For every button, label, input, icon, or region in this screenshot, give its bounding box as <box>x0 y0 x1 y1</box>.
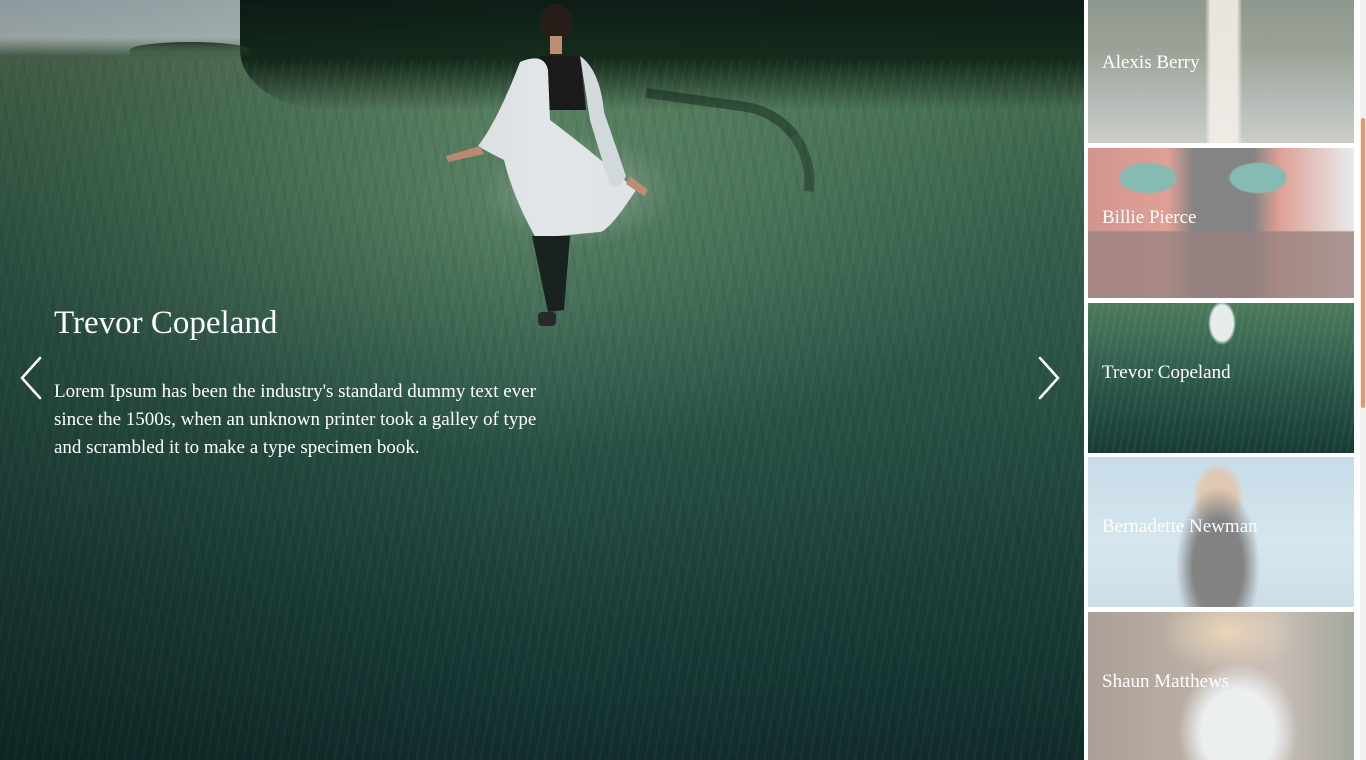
thumbnail-label: Trevor Copeland <box>1102 362 1231 383</box>
thumbnail-label: Bernadette Newman <box>1102 516 1258 537</box>
thumbnail-trevor-copeland[interactable]: Trevor Copeland <box>1088 303 1354 453</box>
thumbnail-label: Billie Pierce <box>1102 207 1197 228</box>
scrollbar-thumb[interactable] <box>1361 118 1365 408</box>
thumbnail-alexis-berry[interactable]: Alexis Berry <box>1088 0 1354 143</box>
thumbnail-label: Shaun Matthews <box>1102 671 1230 692</box>
main-slide: Trevor Copeland Lorem Ipsum has been the… <box>0 0 1084 760</box>
slide-description: Lorem Ipsum has been the industry's stan… <box>54 381 537 458</box>
next-slide-button[interactable] <box>1034 353 1064 403</box>
thumbnail-shaun-matthews[interactable]: Shaun Matthews <box>1088 612 1354 760</box>
prev-slide-button[interactable] <box>16 353 46 403</box>
chevron-right-icon <box>1038 356 1060 400</box>
thumbnail-strip: Alexis Berry Billie Pierce Trevor Copela… <box>1084 0 1366 760</box>
thumbnail-bernadette-newman[interactable]: Bernadette Newman <box>1088 457 1354 607</box>
thumbnail-billie-pierce[interactable]: Billie Pierce <box>1088 148 1354 298</box>
scrollbar[interactable] <box>1360 0 1366 760</box>
slide-caption: Trevor Copeland Lorem Ipsum has been the… <box>54 300 554 462</box>
thumbnail-label: Alexis Berry <box>1102 52 1200 73</box>
slide-title: Trevor Copeland <box>54 305 278 341</box>
slider-page: Trevor Copeland Lorem Ipsum has been the… <box>0 0 1366 760</box>
chevron-left-icon <box>20 356 42 400</box>
